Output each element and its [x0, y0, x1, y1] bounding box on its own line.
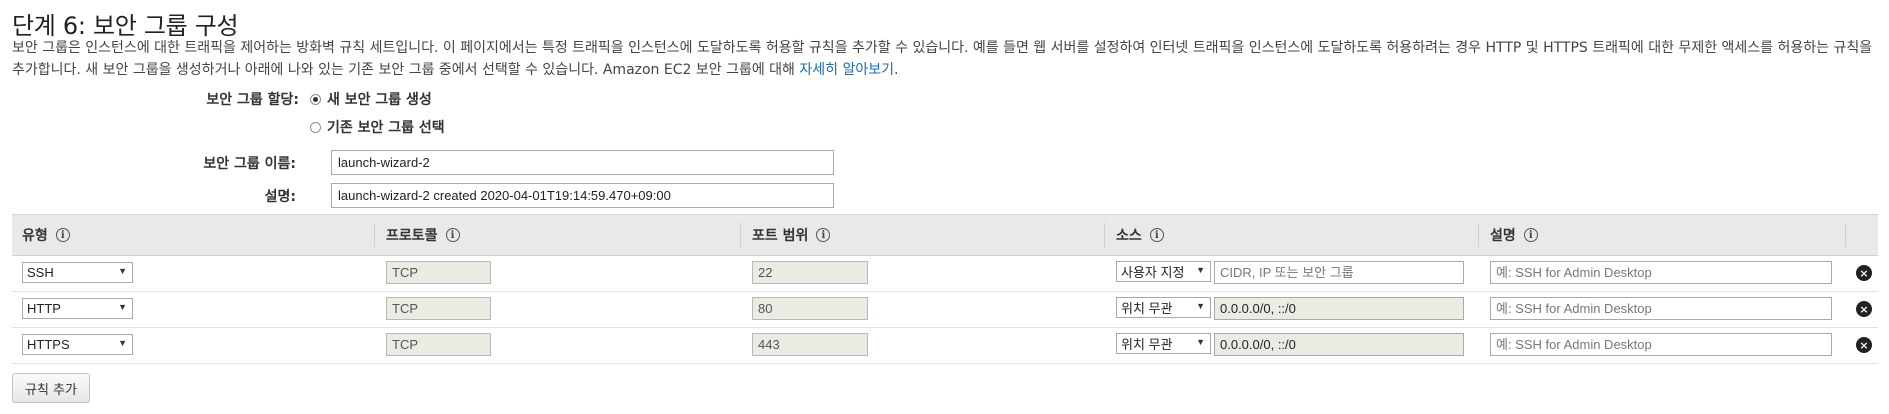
column-divider [374, 223, 375, 247]
dropdown-arrow-icon: ▼ [118, 302, 127, 312]
column-divider [740, 223, 741, 247]
page-description: 보안 그룹은 인스턴스에 대한 트래픽을 제어하는 방화벽 규칙 세트입니다. … [12, 37, 1882, 81]
rule-description-input[interactable] [1490, 297, 1832, 320]
port-range-field: 22 [752, 261, 868, 284]
header-source: 소스 i [1116, 215, 1164, 255]
protocol-field: TCP [386, 333, 491, 356]
rules-table-header: 유형 i 프로토콜 i 포트 범위 i 소스 i 설명 i [12, 214, 1878, 256]
header-port-range: 포트 범위 i [752, 215, 831, 255]
radio-existing-label: 기존 보안 그룹 선택 [327, 120, 445, 136]
description-text: 보안 그룹은 인스턴스에 대한 트래픽을 제어하는 방화벽 규칙 세트입니다. … [12, 40, 1873, 78]
header-type: 유형 i [22, 215, 70, 255]
radio-new-group[interactable]: 새 보안 그룹 생성 [310, 89, 432, 109]
header-protocol: 프로토콜 i [386, 215, 460, 255]
group-desc-label: 설명: [264, 189, 296, 205]
radio-existing-indicator[interactable] [310, 121, 321, 133]
delete-rule-icon[interactable]: × [1856, 301, 1872, 317]
page-title: 단계 6: 보안 그룹 구성 [12, 12, 239, 40]
type-select[interactable]: SSH ▼ [22, 262, 133, 283]
learn-more-link[interactable]: 자세히 알아보기 [799, 62, 894, 78]
header-description: 설명 i [1490, 215, 1538, 255]
rule-description-input[interactable] [1490, 333, 1832, 356]
table-row: HTTP▼ TCP 80 위치 무관▼ × [12, 291, 1878, 328]
column-divider [1845, 223, 1846, 247]
table-row: HTTPS▼ TCP 443 위치 무관▼ × [12, 327, 1878, 364]
delete-rule-icon[interactable]: × [1856, 265, 1872, 281]
dropdown-arrow-icon: ▼ [1196, 337, 1205, 347]
type-select[interactable]: HTTPS ▼ [22, 334, 133, 355]
security-group-page: 단계 6: 보안 그룹 구성 보안 그룹은 인스턴스에 대한 트래픽을 제어하는… [0, 0, 1889, 414]
dropdown-arrow-icon: ▼ [1196, 265, 1205, 275]
info-icon[interactable]: i [1523, 228, 1538, 242]
info-icon[interactable]: i [816, 228, 831, 242]
protocol-field: TCP [386, 297, 491, 320]
group-name-label: 보안 그룹 이름: [203, 156, 296, 172]
radio-existing-group[interactable]: 기존 보안 그룹 선택 [310, 117, 445, 137]
info-icon[interactable]: i [55, 228, 70, 242]
table-row: SSH▼ TCP 22 사용자 지정▼ × [12, 255, 1878, 292]
assign-label: 보안 그룹 할당: [206, 92, 299, 108]
group-name-input[interactable] [331, 150, 834, 175]
radio-new-indicator[interactable] [310, 93, 321, 105]
info-icon[interactable]: i [445, 228, 460, 242]
description-end: . [894, 62, 899, 78]
source-input[interactable] [1214, 297, 1464, 320]
radio-new-label: 새 보안 그룹 생성 [327, 92, 432, 108]
column-divider [1478, 223, 1479, 247]
add-rule-button[interactable]: 규칙 추가 [12, 373, 90, 403]
info-icon[interactable]: i [1149, 228, 1164, 242]
dropdown-arrow-icon: ▼ [118, 266, 127, 276]
type-select[interactable]: HTTP ▼ [22, 298, 133, 319]
source-mode-select[interactable]: 위치 무관 ▼ [1116, 333, 1211, 354]
delete-rule-icon[interactable]: × [1856, 337, 1872, 353]
source-mode-select[interactable]: 사용자 지정 ▼ [1116, 261, 1211, 282]
port-range-field: 80 [752, 297, 868, 320]
source-input[interactable] [1214, 261, 1464, 284]
source-input[interactable] [1214, 333, 1464, 356]
port-range-field: 443 [752, 333, 868, 356]
dropdown-arrow-icon: ▼ [1196, 301, 1205, 311]
column-divider [1104, 223, 1105, 247]
protocol-field: TCP [386, 261, 491, 284]
dropdown-arrow-icon: ▼ [118, 338, 127, 348]
source-mode-select[interactable]: 위치 무관 ▼ [1116, 297, 1211, 318]
rule-description-input[interactable] [1490, 261, 1832, 284]
group-desc-input[interactable] [331, 183, 834, 208]
